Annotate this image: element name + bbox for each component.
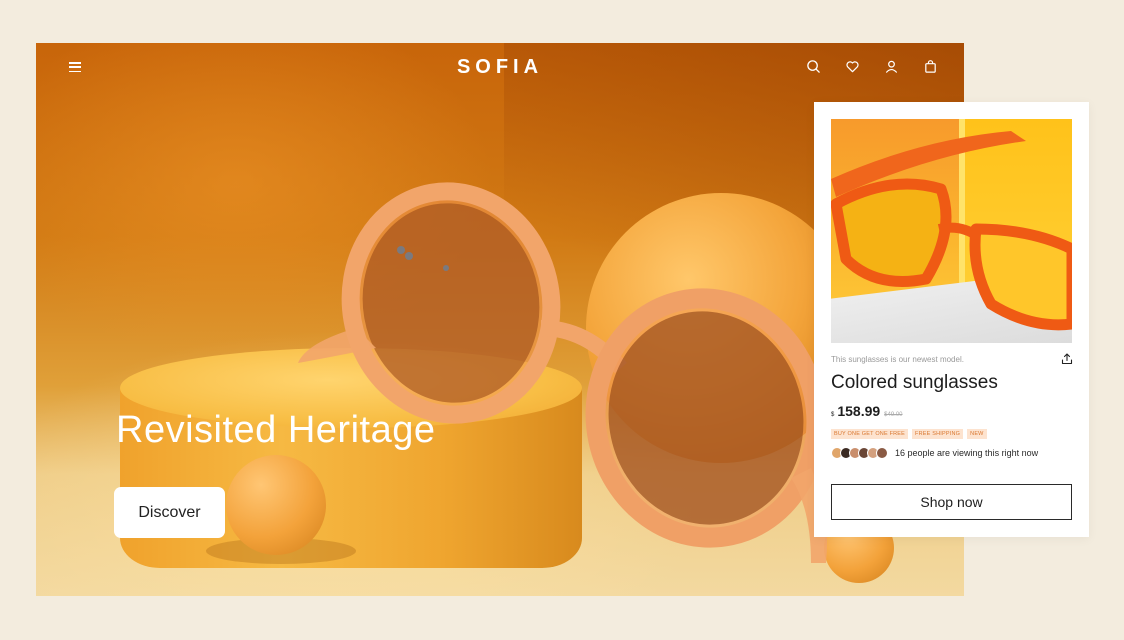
hero-title: Revisited Heritage xyxy=(116,409,436,451)
product-title: Colored sunglasses xyxy=(831,372,998,393)
viewer-avatars xyxy=(831,447,888,459)
product-card: This sunglasses is our newest model. Col… xyxy=(814,102,1089,537)
viewers-count-text: 16 people are viewing this right now xyxy=(895,448,1039,458)
bag-icon[interactable] xyxy=(923,59,938,74)
discover-button[interactable]: Discover xyxy=(114,487,225,538)
share-icon[interactable] xyxy=(1061,353,1073,365)
small-orange-sphere xyxy=(226,455,326,555)
badge-new: NEW xyxy=(967,429,987,439)
currency-symbol: $ xyxy=(831,412,835,418)
product-image[interactable] xyxy=(831,119,1072,343)
product-sunglasses-graphic xyxy=(831,131,1072,331)
badge-bogo: BUY ONE GET ONE FREE xyxy=(831,429,909,439)
avatar xyxy=(876,447,888,459)
old-price: $49.00 xyxy=(884,412,903,418)
top-navigation: SOFIA xyxy=(36,43,964,91)
search-icon[interactable] xyxy=(806,59,821,74)
product-badges: BUY ONE GET ONE FREE FREE SHIPPING NEW xyxy=(831,429,987,439)
product-tagline: This sunglasses is our newest model. xyxy=(831,355,964,364)
shop-now-button[interactable]: Shop now xyxy=(831,484,1072,520)
badge-free-shipping: FREE SHIPPING xyxy=(912,429,964,439)
header-icons xyxy=(806,59,938,74)
current-price: 158.99 xyxy=(837,403,881,419)
hero-sunglasses-image xyxy=(298,182,827,563)
live-viewers: 16 people are viewing this right now xyxy=(831,447,1038,459)
user-icon[interactable] xyxy=(884,59,899,74)
price-row: $ 158.99 $49.00 xyxy=(831,403,903,419)
heart-icon[interactable] xyxy=(845,59,860,74)
